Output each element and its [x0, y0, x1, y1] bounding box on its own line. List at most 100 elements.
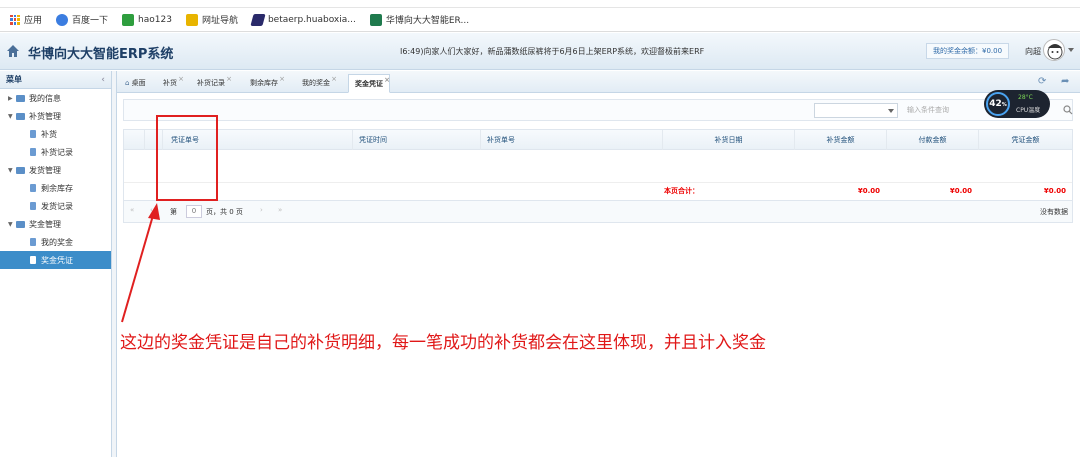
voucher-total: ¥0.00	[1043, 187, 1066, 195]
folder-icon	[16, 112, 25, 120]
expand-arrow-icon[interactable]: ▶	[8, 95, 16, 102]
tab-bar: ⌂ 桌面 补货 × 补货记录 × 剩余库存 × 我的奖金 × 奖金凭证 × ⟳ ➦	[117, 71, 1080, 93]
bookmark-label: 百度一下	[72, 16, 109, 26]
sidebar-item-restock[interactable]: 补货	[0, 125, 111, 143]
sidebar-item-label: 奖金凭证	[41, 255, 73, 265]
prev-page-icon[interactable]: ‹	[150, 206, 153, 214]
tab-remaining-stock[interactable]: 剩余库存 ×	[244, 74, 285, 93]
collapse-arrow-icon[interactable]: ▼	[8, 221, 16, 228]
sidebar-item-label: 奖金管理	[29, 219, 61, 229]
bookmark-label: betaerp.huaboxia...	[267, 14, 356, 25]
bookmark-betaerp[interactable]: betaerp.huaboxia...	[250, 13, 356, 26]
sidebar-item-shipping-records[interactable]: 发货记录	[0, 197, 111, 215]
tab-restock[interactable]: 补货 ×	[157, 74, 184, 93]
share-arrow-icon[interactable]: ➦	[1061, 76, 1069, 87]
page-number-input[interactable]: 0	[186, 205, 202, 218]
sidebar-item-label: 我的奖金	[41, 237, 73, 247]
col-restock-no[interactable]: 补货单号	[480, 130, 662, 150]
grid-header: 凭证单号 凭证时间 补货单号 补货日期 补货金额 付款金额 凭证金额	[124, 130, 1072, 150]
sidebar-item-label: 补货	[41, 129, 57, 139]
sidebar-item-restock-mgmt[interactable]: ▼ 补货管理	[0, 107, 111, 125]
close-icon[interactable]: ×	[384, 71, 390, 89]
col-restock-date[interactable]: 补货日期	[662, 130, 794, 150]
user-menu-caret-icon[interactable]	[1068, 48, 1074, 52]
voucher-grid: 凭证单号 凭证时间 补货单号 补货日期 补货金额 付款金额 凭证金额 本页合计：…	[123, 129, 1073, 223]
cpu-temp: 28°C	[1018, 94, 1033, 101]
tab-desktop[interactable]: ⌂ 桌面	[119, 74, 152, 93]
col-payment-amount[interactable]: 付款金额	[886, 130, 978, 150]
sidebar-item-shipping-mgmt[interactable]: ▼ 发货管理	[0, 161, 111, 179]
close-icon[interactable]: ×	[331, 70, 337, 88]
search-toolbar: 输入条件查询	[123, 99, 1073, 121]
tab-bonus-voucher[interactable]: 奖金凭证 ×	[348, 74, 390, 93]
row-number-col	[124, 130, 144, 150]
cpu-label: CPU温度	[1016, 107, 1041, 114]
folder-icon	[16, 220, 25, 228]
tab-my-bonus[interactable]: 我的奖金 ×	[296, 74, 337, 93]
bookmark-hao123[interactable]: hao123	[122, 13, 172, 26]
betaerp-icon	[250, 13, 266, 26]
bookmark-huabo[interactable]: 华博向大大智能ER...	[369, 13, 470, 26]
search-icon[interactable]	[1063, 105, 1073, 115]
bonus-balance-badge[interactable]: 我的奖金余额：¥0.00	[926, 43, 1010, 59]
avatar[interactable]	[1043, 39, 1065, 61]
sidebar: 菜单 ‹ ▶ 我的信息 ▼ 补货管理 补货 补货记录 ▼ 发货管理 剩余库存 发货记录…	[0, 71, 112, 457]
last-page-icon[interactable]: »	[278, 206, 282, 214]
grid-summary-row: 本页合计： ¥0.00 ¥0.00 ¥0.00	[124, 182, 1072, 198]
browser-address-strip	[0, 0, 1080, 8]
restock-total: ¥0.00	[857, 187, 880, 195]
sidebar-item-bonus-mgmt[interactable]: ▼ 奖金管理	[0, 215, 111, 233]
apps-grid-icon	[10, 14, 20, 25]
payment-total: ¥0.00	[949, 187, 972, 195]
sidebar-item-bonus-voucher[interactable]: 奖金凭证	[0, 251, 111, 269]
search-field-select[interactable]	[814, 103, 898, 118]
main-content: 输入条件查询 凭证单号 凭证时间 补货单号 补货日期 补货金额 付款金额 凭证金…	[117, 93, 1080, 457]
collapse-sidebar-icon[interactable]: ‹	[101, 75, 105, 85]
col-restock-amount[interactable]: 补货金额	[794, 130, 886, 150]
bookmark-apps[interactable]: 应用	[10, 13, 42, 26]
bookmark-label: hao123	[138, 14, 172, 25]
bookmark-label: 华博向大大智能ER...	[385, 16, 470, 26]
username[interactable]: 向超	[1025, 46, 1041, 57]
col-voucher-amount[interactable]: 凭证金额	[978, 130, 1072, 150]
pager: « ‹ 第 0 页，共 0 页 › » 没有数据	[124, 200, 1072, 222]
home-small-icon: ⌂	[125, 79, 132, 87]
tab-label: 剩余库存	[250, 79, 278, 87]
file-icon	[30, 148, 36, 156]
file-icon	[30, 202, 36, 210]
refresh-icon[interactable]: ⟳	[1038, 76, 1046, 87]
sidebar-item-my-info[interactable]: ▶ 我的信息	[0, 89, 111, 107]
file-icon	[30, 130, 36, 138]
cpu-percent: 42	[989, 99, 1002, 109]
col-voucher-time[interactable]: 凭证时间	[352, 130, 480, 150]
annotation-highlight-box	[156, 115, 218, 201]
collapse-arrow-icon[interactable]: ▼	[8, 167, 16, 174]
no-data-text: 没有数据	[1040, 208, 1068, 216]
cpu-unit: %	[1001, 102, 1007, 108]
close-icon[interactable]: ×	[178, 70, 184, 88]
close-icon[interactable]: ×	[226, 70, 232, 88]
tab-restock-records[interactable]: 补货记录 ×	[191, 74, 232, 93]
chevron-down-icon	[888, 109, 894, 113]
collapse-arrow-icon[interactable]: ▼	[8, 113, 16, 120]
bookmark-nav[interactable]: 网址导航	[185, 13, 238, 26]
avatar-face-icon	[1047, 44, 1063, 60]
next-page-icon[interactable]: ›	[260, 206, 263, 214]
bookmark-baidu[interactable]: 百度一下	[56, 13, 108, 26]
cpu-usage-ring: 42%	[986, 92, 1010, 116]
sidebar-item-label: 补货记录	[41, 147, 73, 157]
cpu-monitor-widget[interactable]: 42% 28°C CPU温度	[984, 90, 1050, 118]
home-icon[interactable]	[6, 44, 20, 58]
first-page-icon[interactable]: «	[130, 206, 134, 214]
close-icon[interactable]: ×	[279, 70, 285, 88]
sidebar-item-restock-records[interactable]: 补货记录	[0, 143, 111, 161]
app-title: 华博向大大智能ERP系统	[28, 47, 174, 62]
file-icon	[30, 184, 36, 192]
baidu-paw-icon	[56, 13, 69, 26]
sidebar-item-remaining-stock[interactable]: 剩余库存	[0, 179, 111, 197]
sidebar-item-my-bonus[interactable]: 我的奖金	[0, 233, 111, 251]
bookmarks-bar: 应用 百度一下 hao123 网址导航 betaerp.huaboxia... …	[0, 8, 1080, 32]
sidebar-item-label: 剩余库存	[41, 183, 73, 193]
page-prefix: 第	[170, 208, 177, 216]
tab-label: 我的奖金	[302, 79, 330, 87]
